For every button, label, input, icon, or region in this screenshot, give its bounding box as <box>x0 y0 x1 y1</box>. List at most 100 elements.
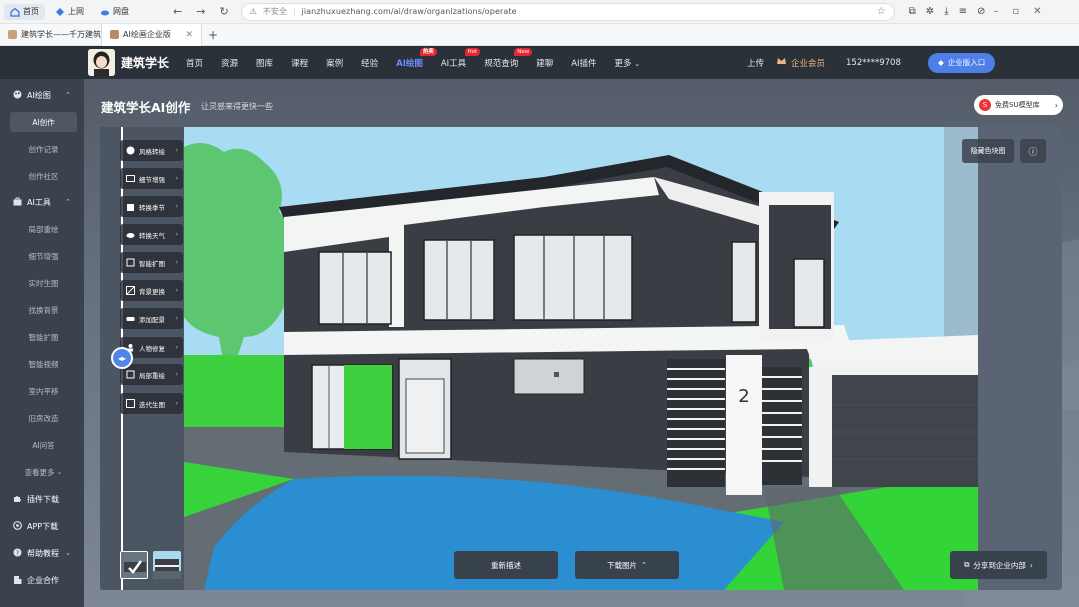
new-tab-icon[interactable]: + <box>208 28 218 42</box>
menu-item-ai-draw[interactable]: AI绘图 热卖 <box>396 47 437 69</box>
regenerate-button[interactable]: 重新描述 <box>454 551 558 579</box>
tool-add-scenery[interactable]: 添加配景 › <box>120 308 183 329</box>
tool-background[interactable]: 背景更换 › <box>120 280 183 301</box>
compare-slider-handle[interactable]: ◂▸ <box>111 347 133 369</box>
back-icon[interactable]: ← <box>173 5 182 18</box>
home-icon <box>10 7 20 17</box>
menu-item[interactable]: 经验 <box>361 57 378 69</box>
forward-icon[interactable]: → <box>196 5 205 18</box>
chevron-right-icon: › <box>175 400 178 407</box>
sidebar-item[interactable]: 智能视频 <box>10 354 77 374</box>
free-su-library-button[interactable]: S 免费SU模型库 › <box>974 95 1063 115</box>
menu-item-label: AI工具 <box>440 58 467 69</box>
tool-weather[interactable]: 转换天气 › <box>120 224 183 245</box>
site-header: 建筑学长 首页 资源 图库 课程 案例 经验 AI绘图 热卖 AI工具 Hot … <box>0 46 1079 79</box>
sidebar-item[interactable]: 局部重绘 <box>10 219 77 239</box>
cloud-icon <box>126 230 135 239</box>
browser-toolbar: 首页 上网 网盘 ← → ↻ ⚠ 不安全 | jianzhuxuezhang.c… <box>0 0 1079 24</box>
tab-close-icon[interactable]: ✕ <box>185 30 193 40</box>
menu-item[interactable]: 首页 <box>186 57 203 69</box>
reload-icon[interactable]: ↻ <box>219 5 228 18</box>
enterprise-entry-button[interactable]: ◆ 企业版入口 <box>928 52 996 73</box>
download-image-button[interactable]: 下载图片 ⌃ <box>575 551 679 579</box>
sidebar-enterprise[interactable]: 企业合作 <box>0 566 84 594</box>
nav-home[interactable]: 首页 <box>4 3 45 20</box>
sidebar-item-ai-create[interactable]: AI创作 <box>10 112 77 132</box>
site-name: 建筑学长 <box>121 56 170 70</box>
tool-expand[interactable]: 智能扩图 › <box>120 252 183 273</box>
nav-cloud[interactable]: 网盘 <box>94 4 135 20</box>
close-window-icon[interactable]: ✕ <box>1033 6 1041 17</box>
menu-item[interactable]: 课程 <box>291 57 308 69</box>
sidebar-item[interactable]: 细节增强 <box>10 246 77 266</box>
sidebar-item[interactable]: 旧房改造 <box>10 408 77 428</box>
url-text[interactable]: jianzhuxuezhang.com/ai/draw/organization… <box>302 7 517 16</box>
menu-item[interactable]: 资源 <box>221 57 238 69</box>
sidebar-item[interactable]: 创作记录 <box>10 139 77 159</box>
sidebar-bottom-label: 插件下载 <box>27 494 59 504</box>
chevron-down-icon: ⌄ <box>65 549 71 557</box>
sidebar-item[interactable]: 找换背景 <box>10 300 77 320</box>
menu-item[interactable]: 建聊 <box>536 57 553 69</box>
menu-item[interactable]: 案例 <box>326 57 343 69</box>
info-icon[interactable]: ⓘ <box>1020 139 1046 163</box>
upload-link[interactable]: 上传 <box>747 57 764 69</box>
sidebar-item[interactable]: 实时生图 <box>10 273 77 293</box>
tool-iterate[interactable]: 迭代生图 › <box>120 393 183 414</box>
hide-mask-toggle[interactable]: 隐藏色块图 <box>962 139 1014 163</box>
chevron-right-icon: › <box>175 231 178 238</box>
site-logo[interactable]: 建筑学长 <box>88 49 169 76</box>
render-image[interactable]: 2 <box>184 127 978 590</box>
sidebar-item[interactable]: 室内平移 <box>10 381 77 401</box>
layers-icon <box>126 286 135 295</box>
warning-icon: ⚠ <box>249 7 257 16</box>
star-icon[interactable]: ☆ <box>877 6 886 17</box>
tool-season[interactable]: 转换季节 › <box>120 196 183 217</box>
menu-item-ai-tools[interactable]: AI工具 Hot <box>440 47 481 69</box>
help-icon: ? <box>13 548 22 559</box>
block-icon[interactable]: ⊘ <box>977 6 985 17</box>
left-sidebar: AI绘图 ⌃ AI创作 创作记录 创作社区 AI工具 ⌃ 局部重绘 细节增强 实… <box>0 79 84 607</box>
sidebar-item[interactable]: 创作社区 <box>10 166 77 186</box>
tool-inpaint[interactable]: 局部重绘 › <box>120 364 183 385</box>
browser-tab[interactable]: 建筑学长——千万建筑设 <box>0 24 101 46</box>
vip-badge[interactable]: 企业会员 <box>776 56 825 69</box>
chevron-right-icon: › <box>1054 100 1058 110</box>
sidebar-group-ai-draw[interactable]: AI绘图 ⌃ <box>0 81 84 109</box>
palette-icon <box>126 146 135 155</box>
sidebar-plugin-download[interactable]: 插件下载 <box>0 485 84 513</box>
thumbnail[interactable] <box>153 551 181 579</box>
reader-icon[interactable]: ⧉ <box>909 6 916 17</box>
sidebar-app-download[interactable]: APP下载 <box>0 512 84 540</box>
tool-detail-enhance[interactable]: 细节增强 › <box>120 168 183 189</box>
menu-item-more[interactable]: 更多 ⌄ <box>615 57 641 69</box>
sidebar-help[interactable]: ? 帮助教程 ⌄ <box>0 539 84 567</box>
menu-icon[interactable]: ≡ <box>959 6 967 17</box>
user-phone[interactable]: 152****9708 <box>846 58 901 68</box>
menu-item[interactable]: 图库 <box>256 57 273 69</box>
sidebar-group-ai-tools[interactable]: AI工具 ⌃ <box>0 188 84 216</box>
menu-item-label: 规范查询 <box>484 58 519 69</box>
sidebar-item-label: 查看更多 <box>24 467 55 477</box>
sidebar-item-more[interactable]: 查看更多 ⌄ <box>10 462 77 482</box>
tool-label: 细节增强 <box>139 175 165 184</box>
sidebar-item[interactable]: 智能扩图 <box>10 327 77 347</box>
main-menu: 首页 资源 图库 课程 案例 经验 AI绘图 热卖 AI工具 Hot 规范查询 … <box>186 47 658 69</box>
menu-item[interactable]: AI插件 <box>571 57 596 69</box>
page-title: 建筑学长AI创作 <box>101 100 191 115</box>
share-enterprise-button[interactable]: ⧉ 分享到企业内部 › <box>950 551 1047 579</box>
sidebar-bottom-label: 企业合作 <box>27 575 59 585</box>
browser-tab-active[interactable]: AI绘画企业版 ✕ <box>101 23 202 46</box>
address-bar[interactable]: ⚠ 不安全 | jianzhuxuezhang.com/ai/draw/orga… <box>240 2 895 21</box>
extensions-icon[interactable]: ✲ <box>926 6 934 17</box>
page-subtitle: 让灵感来得更快一些 <box>201 102 273 111</box>
sidebar-item[interactable]: AI问答 <box>10 435 77 455</box>
nav-browse[interactable]: 上网 <box>49 4 90 20</box>
minimize-icon[interactable]: – <box>993 6 998 17</box>
maximize-icon[interactable]: ▫ <box>1012 6 1019 17</box>
svg-text:?: ? <box>16 550 19 557</box>
download-icon[interactable]: ⤓ <box>944 6 948 17</box>
thumbnail-selected[interactable] <box>120 551 148 579</box>
tool-style-transfer[interactable]: 风格转绘 › <box>120 140 183 161</box>
menu-item-standards[interactable]: 规范查询 New <box>484 47 533 69</box>
